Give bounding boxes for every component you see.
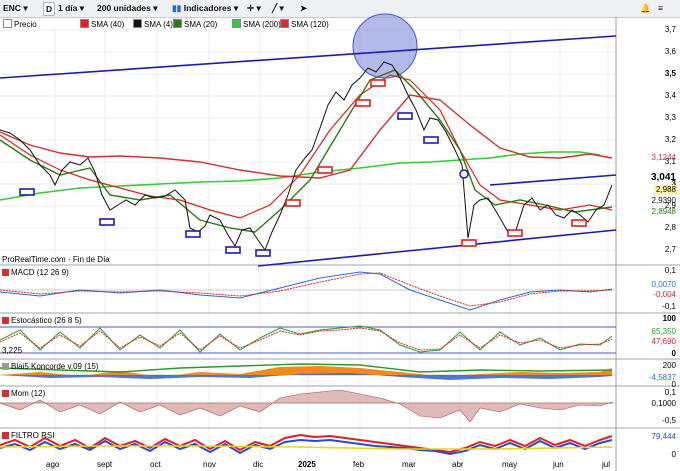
price-axis-tick: 3,4 xyxy=(664,91,676,100)
x-axis-tick: abr xyxy=(452,460,464,469)
mom-tick-2: -0,5 xyxy=(662,416,676,425)
x-axis-tick: 2025 xyxy=(298,460,316,469)
price-axis-tick: 2,7 xyxy=(664,245,676,254)
sma120-tag: 3,1244 xyxy=(651,153,676,162)
koncorde-title[interactable]: Blai5 Koncorde v.09 (15) xyxy=(2,362,98,372)
price-axis-tick: 3,6 xyxy=(664,47,676,56)
price-axis-tick: 3,5 xyxy=(664,69,676,78)
price-line xyxy=(0,61,613,252)
mom-tick-1: 0,1000 xyxy=(651,399,676,408)
chart-svg[interactable] xyxy=(0,0,680,471)
price-axis-tick: 3,7 xyxy=(664,25,676,34)
x-axis-tick: dic xyxy=(253,460,264,469)
x-axis-tick: jun xyxy=(553,460,564,469)
price-axis-tick: 2,8 xyxy=(664,223,676,232)
macd-tick-1: 0,0070 xyxy=(651,280,676,289)
x-axis-tick: ago xyxy=(46,460,60,469)
last-tag: 2,988 xyxy=(653,185,678,194)
x-axis-tick: feb xyxy=(353,460,365,469)
source-label: ProRealTime.com - Fin de Día xyxy=(2,255,110,264)
macd-tick-2: -0,004 xyxy=(653,290,676,299)
stoch-tick-3: 0 xyxy=(671,349,676,358)
x-axis-tick: mar xyxy=(402,460,416,469)
x-axis-tick: sept xyxy=(97,460,113,469)
x-axis-tick: nov xyxy=(203,460,216,469)
sma20-line xyxy=(0,69,613,233)
marker-circle xyxy=(459,169,469,179)
stoch-title[interactable]: Estocástico (26 8 5) xyxy=(2,316,82,326)
mom-title[interactable]: Mom (12) xyxy=(2,389,45,399)
rsi-tick-0: 79,444 xyxy=(651,432,676,441)
stoch-tick-2: 47,690 xyxy=(651,337,676,346)
sma20-tag: 2,9390 xyxy=(651,196,676,205)
x-axis-tick: jul xyxy=(602,460,611,469)
price-tag: 3,041 xyxy=(650,172,676,183)
koncorde-tick-0: 200 xyxy=(662,361,676,370)
macd-tick-0: 0,1 xyxy=(664,266,676,275)
stoch-left-value: 3,225 xyxy=(2,346,23,355)
rsi-title[interactable]: FILTRO RSI xyxy=(2,431,54,441)
mom-tick-0: 0,1 xyxy=(664,388,676,397)
price-axis-tick: 3,2 xyxy=(664,135,676,144)
macd-title[interactable]: MACD (12 26 9) xyxy=(2,268,69,278)
sma40-tag: 2,8948 xyxy=(651,207,676,216)
x-axis-tick: oct xyxy=(150,460,161,469)
x-axis-tick: may xyxy=(502,460,518,469)
stoch-tick-1: 65,350 xyxy=(651,327,676,336)
macd-tick-3: -0,1 xyxy=(662,302,676,311)
stoch-tick-0: 100 xyxy=(662,314,676,323)
rsi-panel xyxy=(0,433,613,456)
rsi-tick-1: 0 xyxy=(671,450,676,459)
price-axis-tick: 3,3 xyxy=(664,113,676,122)
highlight-circle xyxy=(352,13,418,79)
